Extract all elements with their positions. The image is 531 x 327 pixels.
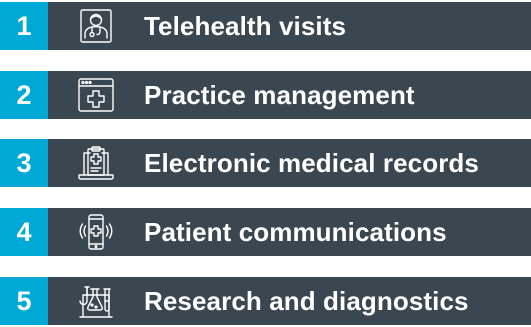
number-badge: 2 bbox=[0, 71, 48, 119]
item-label: Practice management bbox=[144, 79, 415, 110]
number-badge: 5 bbox=[0, 277, 48, 325]
list-item: 2 Practice management bbox=[0, 71, 531, 119]
item-label: Telehealth visits bbox=[144, 10, 347, 41]
service-list: 1 Telehealth visits 2 Practice managemen… bbox=[0, 0, 531, 327]
number-badge: 4 bbox=[0, 208, 48, 256]
list-item: 1 Telehealth visits bbox=[0, 2, 531, 50]
list-item: 3 Electronic medical records bbox=[0, 139, 531, 187]
list-item: 5 Research and diagnostics bbox=[0, 277, 531, 325]
number-badge: 3 bbox=[0, 139, 48, 187]
list-item: 4 Patient communications bbox=[0, 208, 531, 256]
browser-medical-cross-icon bbox=[48, 71, 144, 119]
lab-flasks-icon bbox=[48, 277, 144, 325]
laptop-clipboard-icon bbox=[48, 139, 144, 187]
number-badge: 1 bbox=[0, 2, 48, 50]
item-label: Research and diagnostics bbox=[144, 285, 469, 316]
smartphone-medical-cross-icon bbox=[48, 208, 144, 256]
item-label: Patient communications bbox=[144, 216, 447, 247]
doctor-icon bbox=[48, 2, 144, 50]
item-label: Electronic medical records bbox=[144, 147, 479, 178]
